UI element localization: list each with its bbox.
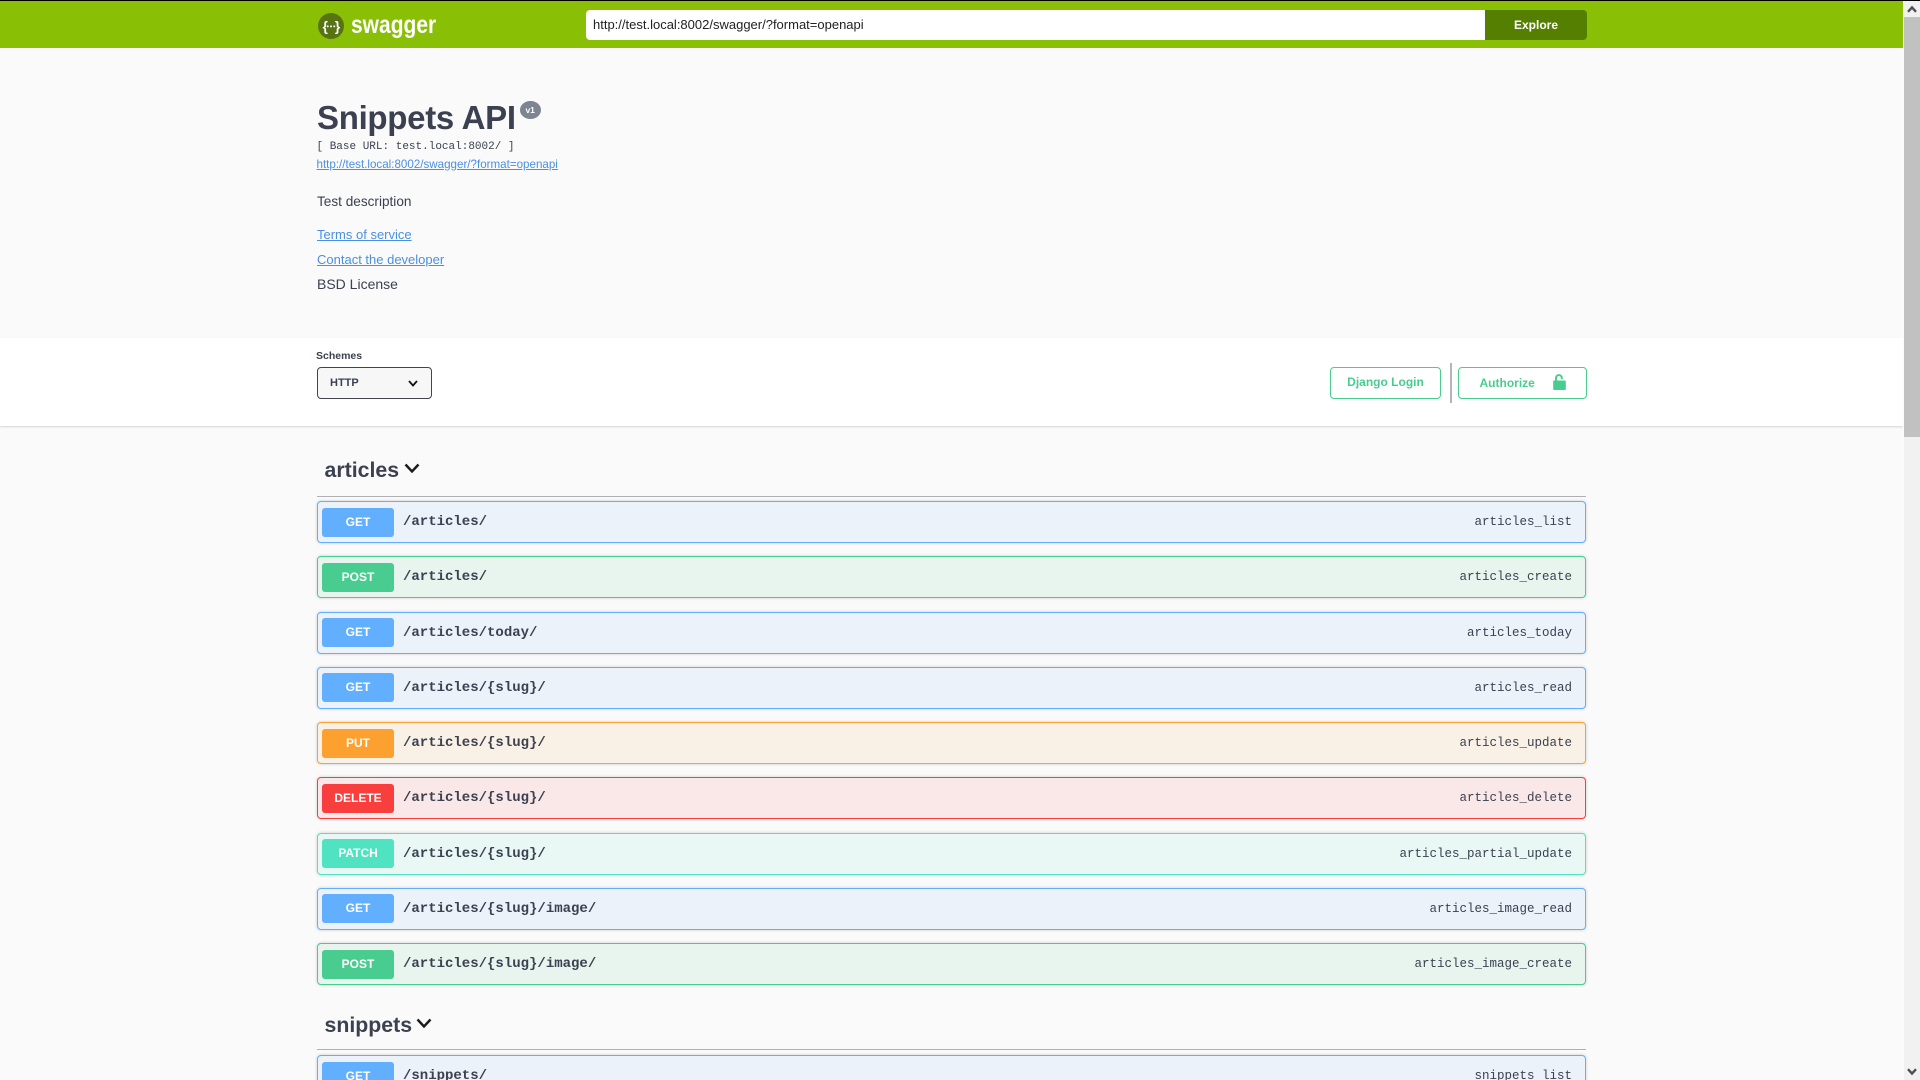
svg-text:}: } — [334, 18, 340, 33]
